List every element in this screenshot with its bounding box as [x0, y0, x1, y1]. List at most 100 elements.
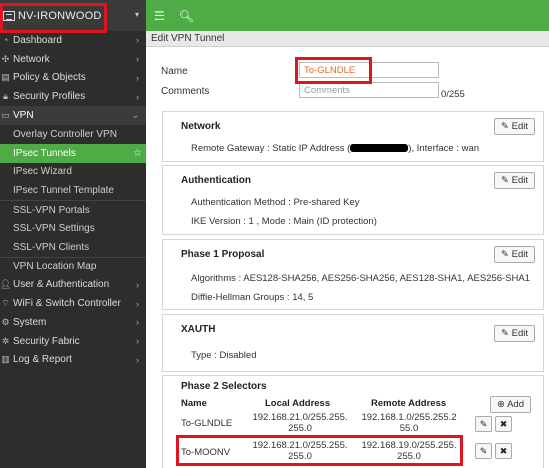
sidebar-item-vpn[interactable]: ▭ VPN ⌄	[0, 106, 146, 125]
network-edit-button[interactable]: ✎ Edit	[494, 118, 535, 135]
remote-gateway-text: Remote Gateway : Static IP Address ( ), I…	[191, 143, 479, 154]
sidebar-item-ssl-vpn-settings[interactable]: SSL-VPN Settings	[0, 219, 146, 238]
search-icon[interactable]: 🔍︎	[179, 9, 194, 23]
xauth-edit-button[interactable]: ✎ Edit	[494, 325, 535, 342]
local-address-line: 255.0	[288, 423, 312, 434]
dh-groups-text: Diffie-Hellman Groups : 14, 5	[191, 292, 314, 303]
top-bar: ☰ 🔍︎	[146, 0, 549, 31]
remote-address-line: 192.168.19.0/255.255.	[361, 440, 457, 451]
add-selector-button[interactable]: ⊕ Add	[490, 396, 531, 413]
sidebar-item-vpn-location-map[interactable]: VPN Location Map	[0, 256, 146, 276]
pencil-icon: ✎	[479, 446, 488, 456]
phase1-panel: Phase 1 Proposal ✎ Edit Algorithms : AES…	[162, 239, 544, 310]
sidebar-item-label: Log & Report	[13, 354, 72, 366]
add-label: Add	[507, 399, 524, 410]
edit-selector-button[interactable]: ✎	[475, 443, 492, 459]
star-icon[interactable]: ☆	[133, 148, 142, 159]
fabric-icon: ✲	[1, 335, 10, 346]
comments-field[interactable]: Comments	[299, 82, 439, 98]
local-address: 192.168.21.0/255.255. 255.0	[245, 412, 355, 434]
network-panel: Network ✎ Edit Remote Gateway : Static I…	[162, 111, 544, 162]
delete-selector-button[interactable]: ✖	[495, 416, 512, 432]
edit-label: Edit	[511, 249, 528, 260]
sidebar-item-security-profiles[interactable]: 🔒︎ Security Profiles ›	[0, 87, 146, 106]
column-header-local-address: Local Address	[265, 398, 331, 409]
device-selector[interactable]: NV-IRONWOOD ▾	[0, 0, 146, 31]
chevron-down-icon: ▾	[134, 10, 139, 19]
sidebar-item-label: SSL-VPN Portals	[13, 204, 90, 216]
phase1-title: Phase 1 Proposal	[181, 249, 265, 260]
sidebar-item-ipsec-tunnels[interactable]: IPsec Tunnels ☆	[0, 143, 146, 163]
phase1-edit-button[interactable]: ✎ Edit	[494, 246, 535, 263]
authentication-edit-button[interactable]: ✎ Edit	[494, 172, 535, 189]
xauth-panel: XAUTH ✎ Edit Type : Disabled	[162, 314, 544, 372]
remote-address-line: 255.0	[397, 451, 421, 462]
remote-address-line: 192.168.1.0/255.255.2	[361, 412, 457, 423]
authentication-title: Authentication	[181, 175, 251, 186]
xauth-title: XAUTH	[181, 324, 216, 335]
remote-gateway-prefix: Remote Gateway : Static IP Address (	[191, 143, 351, 154]
network-title: Network	[181, 121, 221, 132]
menu-icon[interactable]: ☰	[154, 9, 165, 23]
sidebar-item-policy-objects[interactable]: ▤ Policy & Objects ›	[0, 69, 146, 88]
breadcrumb: Edit VPN Tunnel	[146, 31, 549, 47]
sidebar-item-label: SSL-VPN Settings	[13, 222, 95, 234]
sidebar-item-wifi-switch-controller[interactable]: ⌔ WiFi & Switch Controller ›	[0, 294, 146, 313]
edit-label: Edit	[511, 121, 528, 132]
delete-selector-button[interactable]: ✖	[495, 443, 512, 459]
chevron-right-icon: ›	[136, 72, 139, 83]
sidebar-item-ipsec-wizard[interactable]: IPsec Wizard	[0, 163, 146, 182]
sidebar-item-label: IPsec Wizard	[13, 166, 72, 178]
chevron-right-icon: ›	[136, 317, 139, 328]
sidebar-item-ssl-vpn-clients[interactable]: SSL-VPN Clients	[0, 238, 146, 257]
dashboard-icon: ◔	[2, 35, 9, 46]
authentication-panel: Authentication ✎ Edit Authentication Met…	[162, 165, 544, 235]
sidebar-item-network[interactable]: ✣ Network ›	[0, 50, 146, 69]
sidebar-item-label: Security Fabric	[13, 335, 80, 347]
sidebar-item-label: Security Profiles	[13, 91, 86, 103]
phase2-panel: Phase 2 Selectors Name Local Address Rem…	[162, 375, 544, 468]
chevron-right-icon: ›	[136, 279, 139, 290]
vpn-icon: ▭	[1, 110, 10, 121]
sidebar-item-user-authentication[interactable]: 👤︎ User & Authentication ›	[0, 275, 146, 294]
remote-gateway-suffix: ), Interface : wan	[408, 143, 480, 154]
gear-icon: ⚙	[1, 316, 10, 327]
sidebar-item-system[interactable]: ⚙ System ›	[0, 313, 146, 332]
sidebar-item-log-report[interactable]: ▥ Log & Report ›	[0, 351, 146, 370]
sidebar-item-overlay-controller-vpn[interactable]: Overlay Controller VPN	[0, 125, 146, 144]
chevron-right-icon: ›	[136, 54, 139, 65]
sidebar-item-security-fabric[interactable]: ✲ Security Fabric ›	[0, 332, 146, 351]
ike-version-text: IKE Version : 1 , Mode : Main (ID protec…	[191, 216, 377, 227]
policy-icon: ▤	[1, 72, 10, 83]
sidebar-item-label: Policy & Objects	[13, 72, 86, 84]
close-icon: ✖	[499, 419, 508, 429]
sidebar-item-label: VPN	[13, 110, 34, 122]
chevron-right-icon: ›	[136, 298, 139, 309]
pencil-icon: ✎	[501, 328, 509, 339]
sidebar-item-ssl-vpn-portals[interactable]: SSL-VPN Portals	[0, 200, 146, 219]
redacted-ip	[350, 144, 409, 153]
edit-selector-button[interactable]: ✎	[475, 416, 492, 432]
remote-address: 192.168.1.0/255.255.2 55.0	[353, 412, 465, 434]
sidebar-item-label: SSL-VPN Clients	[13, 241, 90, 253]
fortigate-logo-icon	[3, 10, 15, 21]
chevron-right-icon: ›	[136, 354, 139, 365]
sidebar-item-dashboard[interactable]: ◔ Dashboard ›	[0, 31, 146, 50]
comments-label: Comments	[161, 86, 210, 97]
name-input[interactable]: To-GLNDLE	[299, 62, 439, 78]
sidebar-item-ipsec-tunnel-template[interactable]: IPsec Tunnel Template	[0, 181, 146, 200]
xauth-type-text: Type : Disabled	[191, 350, 257, 361]
name-label: Name	[161, 66, 188, 77]
sidebar-nav: ◔ Dashboard › ✣ Network › ▤ Policy & Objects ›…	[0, 31, 146, 369]
sidebar-item-label: Dashboard	[13, 34, 62, 46]
network-icon: ✣	[1, 53, 10, 64]
plus-circle-icon: ⊕	[497, 399, 505, 410]
lock-icon: 🔒︎	[3, 91, 8, 102]
chevron-right-icon: ›	[136, 35, 139, 46]
chevron-down-icon: ⌄	[131, 110, 139, 121]
sidebar-item-label: WiFi & Switch Controller	[13, 298, 121, 310]
chart-icon: ▥	[1, 354, 10, 365]
edit-label: Edit	[511, 175, 528, 186]
edit-label: Edit	[511, 328, 528, 339]
sidebar-item-label: VPN Location Map	[13, 260, 97, 272]
